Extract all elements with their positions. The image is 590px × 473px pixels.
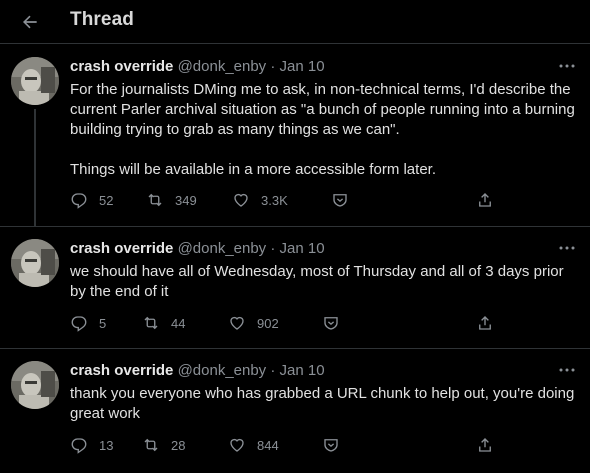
retweet-count: 44 bbox=[171, 315, 186, 331]
like-button[interactable]: 902 bbox=[228, 311, 279, 335]
tweet[interactable]: crash override @donk_enby · Jan 10 we sh… bbox=[0, 227, 590, 349]
tweet-actions: 13 28 844 bbox=[70, 433, 500, 457]
heart-icon bbox=[230, 438, 244, 452]
upload-icon bbox=[479, 316, 491, 330]
retweet-icon bbox=[148, 193, 162, 207]
retweet-button[interactable]: 28 bbox=[142, 433, 185, 457]
heart-icon bbox=[230, 316, 244, 330]
more-options-button[interactable] bbox=[556, 239, 578, 257]
reply-count: 13 bbox=[99, 437, 114, 453]
reply-button[interactable]: 13 bbox=[70, 433, 113, 457]
page-title: Thread bbox=[70, 9, 134, 30]
more-dots-icon bbox=[559, 64, 575, 68]
twitter-thread-view: Thread crash override @donk_enby · Jan 1… bbox=[0, 0, 590, 473]
more-dots-icon bbox=[559, 246, 575, 250]
share-button[interactable] bbox=[476, 433, 494, 457]
retweet-count: 349 bbox=[175, 192, 197, 208]
reply-count: 5 bbox=[99, 315, 107, 331]
reply-icon bbox=[71, 438, 87, 454]
tweet-actions: 5 44 902 bbox=[70, 311, 500, 335]
share-shield-icon bbox=[333, 194, 347, 207]
thread-connector-line bbox=[34, 109, 36, 227]
tweet-author-row: crash override @donk_enby · Jan 10 bbox=[70, 240, 325, 257]
upload-icon bbox=[479, 438, 491, 452]
heart-icon bbox=[234, 193, 248, 207]
author-name[interactable]: crash override bbox=[70, 362, 173, 379]
avatar[interactable] bbox=[11, 57, 59, 105]
like-count: 3.3K bbox=[261, 192, 288, 208]
avatar[interactable] bbox=[11, 361, 59, 409]
retweet-button[interactable]: 349 bbox=[146, 188, 197, 212]
more-options-button[interactable] bbox=[556, 57, 578, 75]
reply-button[interactable]: 52 bbox=[70, 188, 113, 212]
retweet-icon bbox=[144, 438, 158, 452]
author-name[interactable]: crash override bbox=[70, 58, 173, 75]
avatar[interactable] bbox=[11, 239, 59, 287]
separator-dot: · bbox=[270, 362, 276, 379]
retweet-button[interactable]: 44 bbox=[142, 311, 185, 335]
like-count: 902 bbox=[257, 315, 279, 331]
tweet-date[interactable]: Jan 10 bbox=[280, 240, 325, 257]
author-handle[interactable]: @donk_enby bbox=[178, 240, 267, 257]
bookmark-share-button[interactable] bbox=[331, 188, 349, 212]
author-handle[interactable]: @donk_enby bbox=[178, 362, 267, 379]
avatar-image bbox=[11, 361, 59, 409]
tweet-date[interactable]: Jan 10 bbox=[280, 58, 325, 75]
arrow-left-icon bbox=[23, 15, 37, 29]
more-options-button[interactable] bbox=[556, 361, 578, 379]
separator-dot: · bbox=[270, 240, 276, 257]
author-name[interactable]: crash override bbox=[70, 240, 173, 257]
avatar-image bbox=[11, 239, 59, 287]
thread-header: Thread bbox=[0, 0, 590, 44]
separator-dot: · bbox=[270, 58, 276, 75]
tweet-date[interactable]: Jan 10 bbox=[280, 362, 325, 379]
upload-icon bbox=[479, 193, 491, 207]
reply-count: 52 bbox=[99, 192, 114, 208]
tweet-text: For the journalists DMing me to ask, in … bbox=[70, 81, 575, 178]
bookmark-share-button[interactable] bbox=[322, 311, 340, 335]
tweet-actions: 52 349 3.3K bbox=[70, 188, 500, 212]
tweet-author-row: crash override @donk_enby · Jan 10 bbox=[70, 362, 325, 379]
share-shield-icon bbox=[324, 439, 338, 452]
tweet-text: thank you everyone who has grabbed a URL… bbox=[70, 385, 579, 422]
tweet[interactable]: crash override @donk_enby · Jan 10 For t… bbox=[0, 45, 590, 227]
like-count: 844 bbox=[257, 437, 279, 453]
share-button[interactable] bbox=[476, 311, 494, 335]
tweet-text: we should have all of Wednesday, most of… bbox=[70, 263, 568, 300]
reply-icon bbox=[71, 316, 87, 332]
retweet-count: 28 bbox=[171, 437, 186, 453]
reply-icon bbox=[71, 193, 87, 209]
tweet[interactable]: crash override @donk_enby · Jan 10 thank… bbox=[0, 349, 590, 473]
retweet-icon bbox=[144, 316, 158, 330]
avatar-image bbox=[11, 57, 59, 105]
reply-button[interactable]: 5 bbox=[70, 311, 106, 335]
author-handle[interactable]: @donk_enby bbox=[178, 58, 267, 75]
like-button[interactable]: 844 bbox=[228, 433, 279, 457]
more-dots-icon bbox=[559, 368, 575, 372]
like-button[interactable]: 3.3K bbox=[232, 188, 288, 212]
share-button[interactable] bbox=[476, 188, 494, 212]
share-shield-icon bbox=[324, 317, 338, 330]
bookmark-share-button[interactable] bbox=[322, 433, 340, 457]
back-button[interactable] bbox=[14, 6, 46, 38]
tweet-author-row: crash override @donk_enby · Jan 10 bbox=[70, 58, 325, 75]
